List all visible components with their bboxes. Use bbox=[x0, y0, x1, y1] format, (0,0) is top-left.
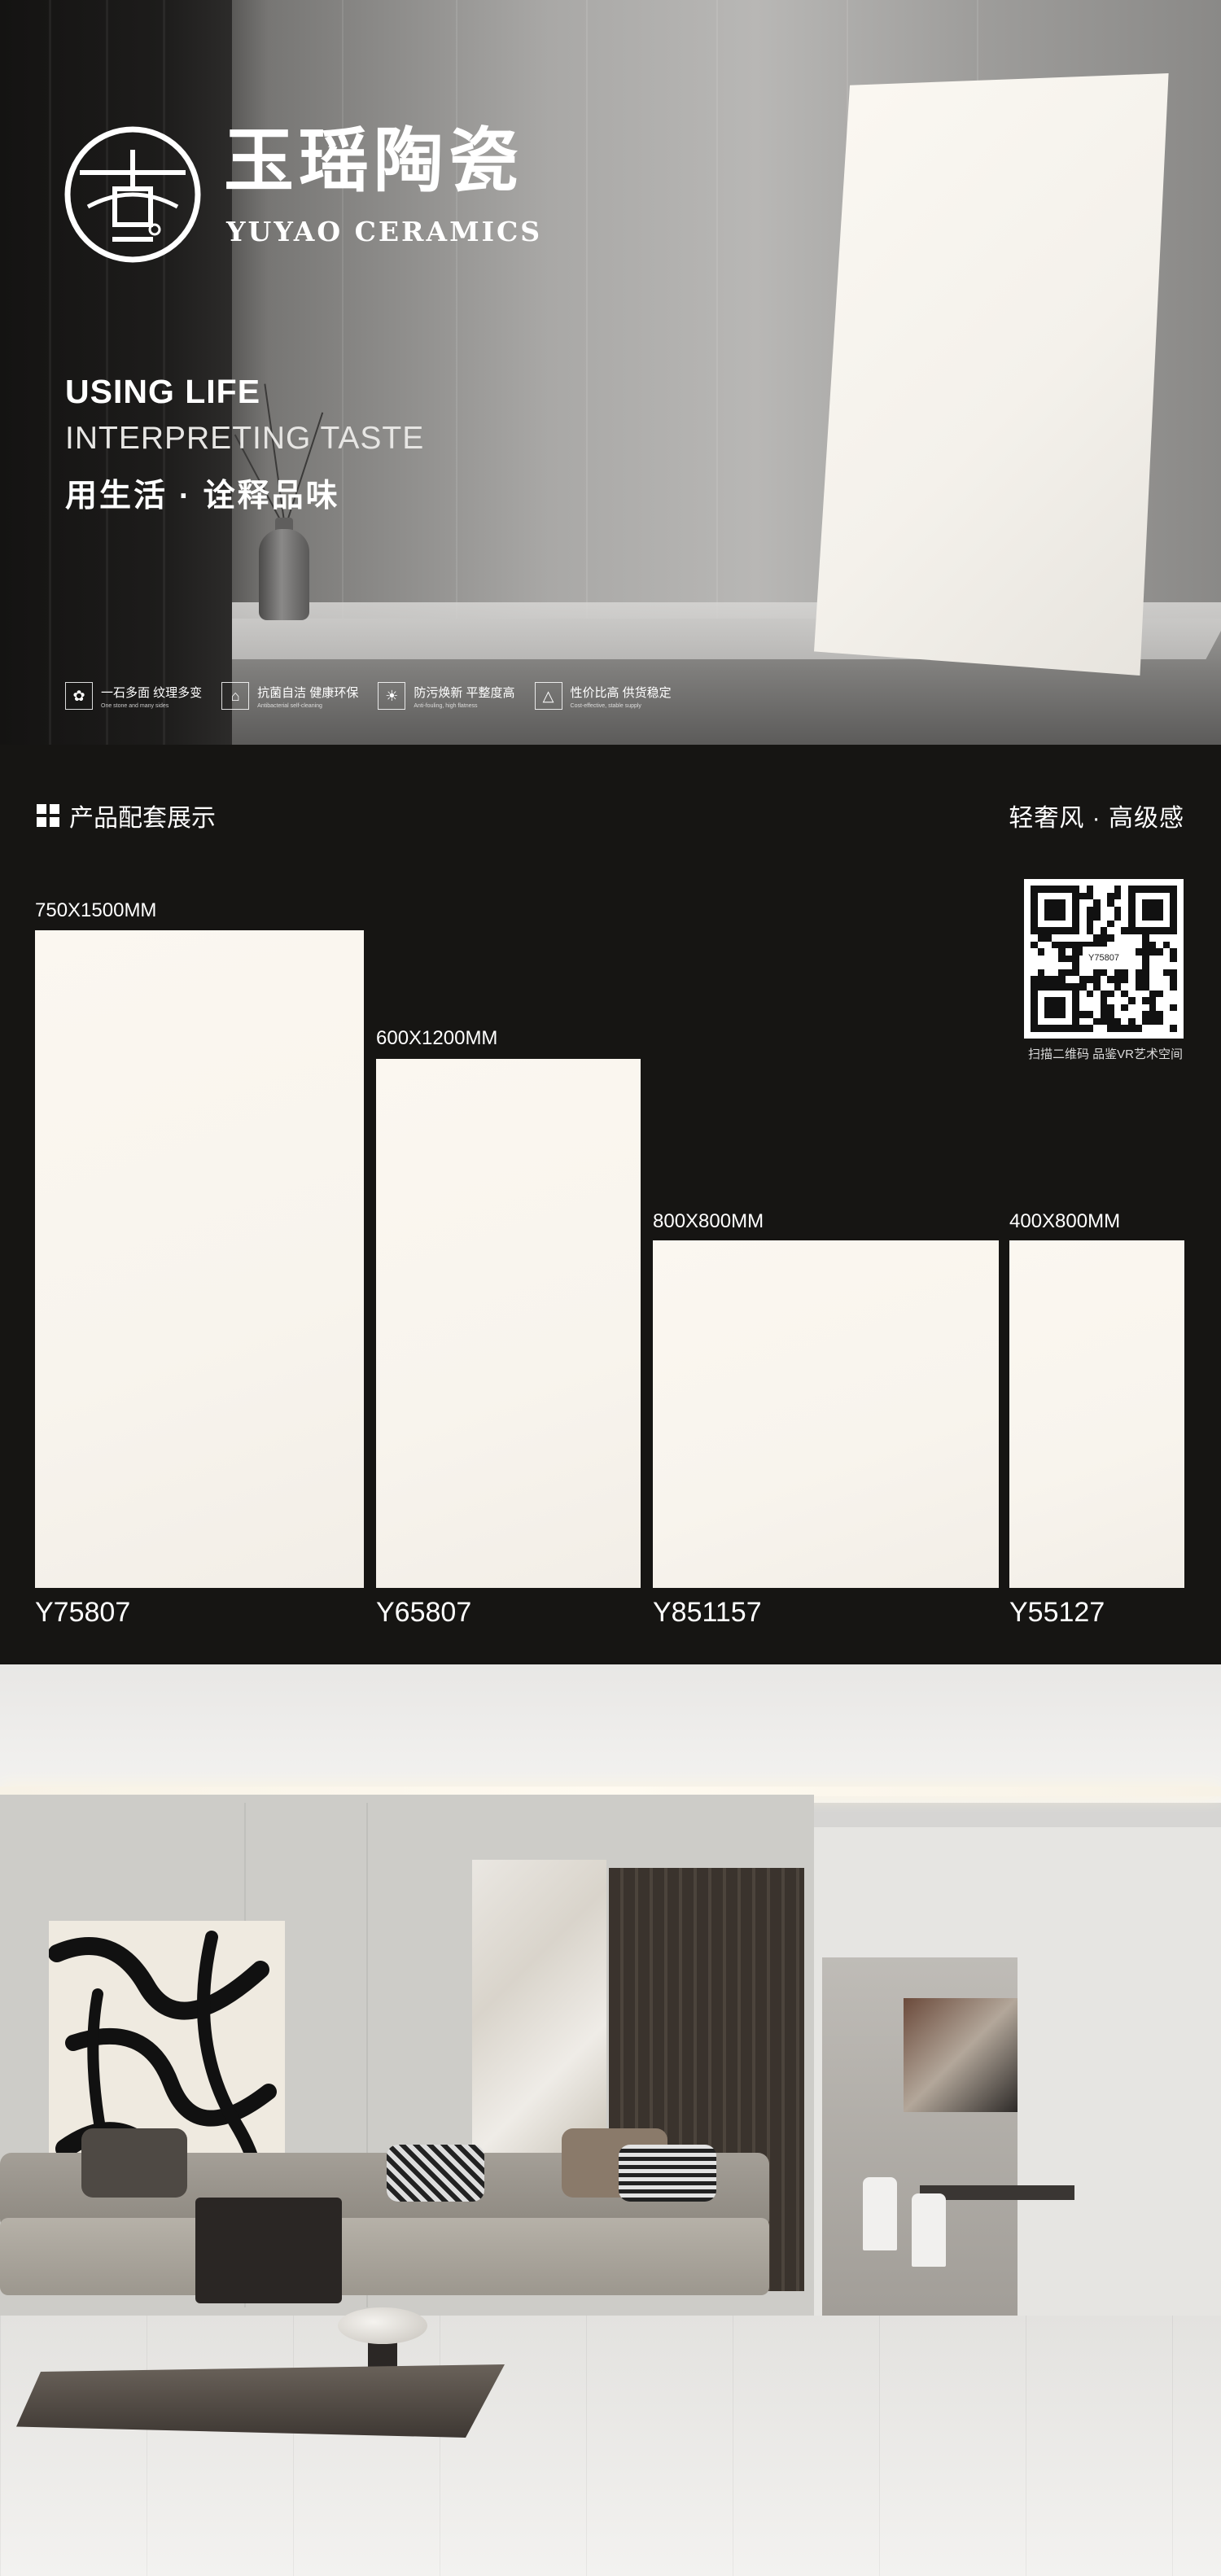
feature-subtitle: Antibacterial self-cleaning bbox=[257, 702, 322, 709]
tagline-interpreting-taste: INTERPRETING TASTE bbox=[65, 421, 425, 456]
tile-code: Y75807 bbox=[35, 1597, 131, 1628]
tile-code: Y65807 bbox=[376, 1597, 472, 1628]
tile-code: Y55127 bbox=[1009, 1597, 1105, 1628]
grid-icon bbox=[37, 804, 59, 827]
feature-title: 防污焕新 平整度高 bbox=[414, 685, 515, 700]
wall-panel-line bbox=[586, 0, 588, 619]
sofa-dark-module bbox=[195, 2198, 342, 2303]
tile-size-label: 400X800MM bbox=[1009, 1210, 1121, 1232]
tile-sample-large bbox=[35, 930, 364, 1588]
brand-name-cn: 玉瑶陶瓷 bbox=[224, 120, 523, 202]
tile-size-label: 750X1500MM bbox=[35, 899, 157, 921]
hero-banner: 玉瑶陶瓷 YUYAO CERAMICS USING LIFE INTERPRET… bbox=[0, 0, 1221, 745]
brand-logo bbox=[64, 126, 201, 263]
dining-chair bbox=[863, 2177, 897, 2250]
vase bbox=[259, 529, 309, 620]
style-label: 轻奢风 · 高级感 bbox=[1009, 805, 1184, 832]
feature-title: 抗菌自洁 健康环保 bbox=[257, 685, 359, 700]
interior-showcase bbox=[0, 1664, 1221, 2576]
feature-item: ☀ 防污焕新 平整度高 Anti-fouling, high flatness bbox=[378, 682, 515, 710]
tile-size-label: 600X1200MM bbox=[376, 1027, 498, 1049]
feature-item: △ 性价比高 供货稳定 Cost-effective, stable supply bbox=[534, 682, 672, 710]
floor-tile-grid bbox=[0, 2316, 1221, 2576]
brand-name-en: YUYAO CERAMICS bbox=[226, 216, 543, 247]
tile-code: Y851157 bbox=[653, 1597, 762, 1628]
ceiling bbox=[0, 1664, 1221, 1803]
sun-icon: ☀ bbox=[378, 682, 406, 710]
section-title: 产品配套展示 bbox=[37, 798, 216, 833]
section-title-text: 产品配套展示 bbox=[69, 805, 216, 832]
triangle-icon: △ bbox=[534, 682, 562, 710]
hero-tile-sample bbox=[814, 73, 1169, 676]
feature-subtitle: Anti-fouling, high flatness bbox=[414, 702, 478, 709]
wall-panel-line bbox=[342, 0, 344, 619]
wall-panel-line bbox=[716, 0, 718, 619]
feature-item: ✿ 一石多面 纹理多变 One stone and many sides bbox=[65, 682, 202, 710]
stool-top bbox=[338, 2307, 427, 2344]
tagline-using-life: USING LIFE bbox=[65, 373, 261, 410]
qr-caption: 扫描二维码 品鉴VR艺术空间 bbox=[1027, 1047, 1183, 1061]
wall-stripe bbox=[49, 0, 51, 745]
feature-list: ✿ 一石多面 纹理多变 One stone and many sides ⌂ 抗菌… bbox=[65, 682, 672, 710]
wall-art-small bbox=[904, 1998, 1017, 2112]
sofa-pillow bbox=[619, 2145, 716, 2202]
qr-code-label: Y75807 bbox=[1083, 947, 1125, 969]
dining-chair bbox=[912, 2193, 946, 2267]
tile-sample-medium bbox=[376, 1059, 641, 1588]
house-icon: ⌂ bbox=[221, 682, 250, 710]
sofa-pillow bbox=[81, 2128, 187, 2198]
feature-title: 性价比高 供货稳定 bbox=[570, 685, 672, 700]
sofa-pillow bbox=[387, 2145, 484, 2202]
feature-title: 一石多面 纹理多变 bbox=[101, 685, 203, 700]
wall-panel-line bbox=[456, 0, 457, 619]
tile-sample-square bbox=[653, 1240, 999, 1588]
sofa-seat bbox=[0, 2218, 769, 2295]
tagline-cn: 用生活 · 诠释品味 bbox=[65, 479, 340, 514]
feature-subtitle: One stone and many sides bbox=[101, 702, 169, 709]
tile-sample-narrow bbox=[1009, 1240, 1184, 1588]
feature-subtitle: Cost-effective, stable supply bbox=[570, 702, 641, 709]
leaf-icon: ✿ bbox=[65, 682, 93, 710]
coffee-table bbox=[16, 2364, 505, 2438]
tile-size-label: 800X800MM bbox=[653, 1210, 764, 1232]
feature-item: ⌂ 抗菌自洁 健康环保 Antibacterial self-cleaning bbox=[221, 682, 358, 710]
